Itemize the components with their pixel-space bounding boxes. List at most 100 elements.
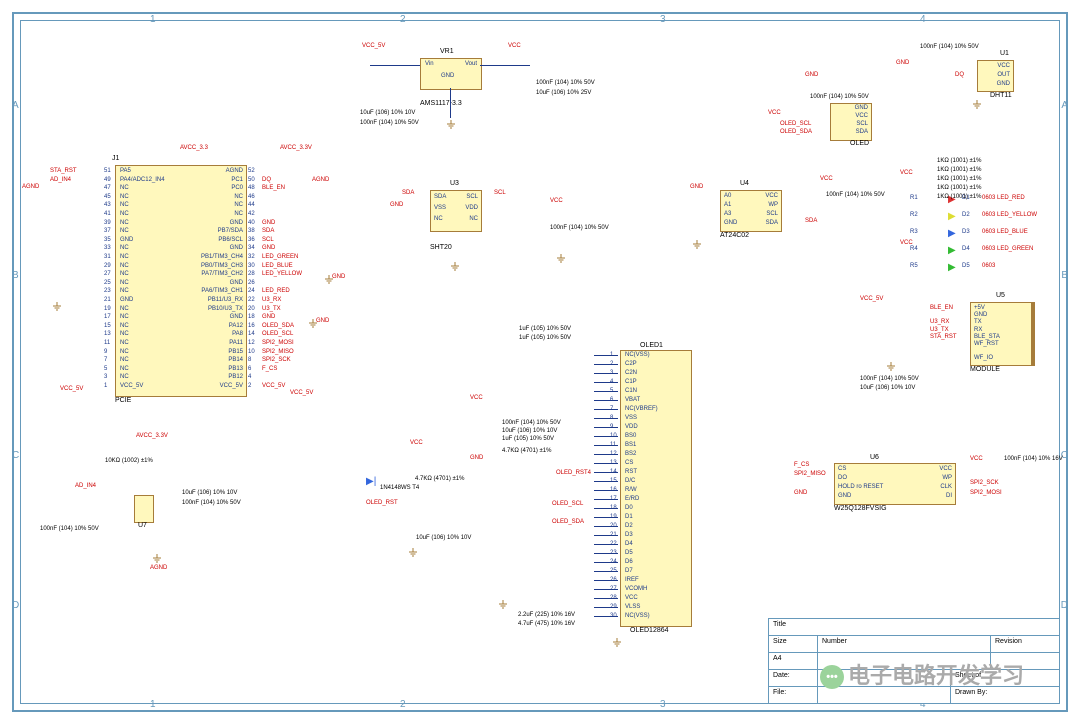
pin: VCC xyxy=(765,193,778,199)
net: VCC xyxy=(470,395,483,401)
net-vcc: VCC xyxy=(508,43,521,49)
net-agnd: AGND xyxy=(22,184,39,190)
wire xyxy=(450,88,451,118)
name-oled1: OLED12864 xyxy=(630,627,669,634)
pin: DI xyxy=(946,493,952,499)
zone-col-4: 4 xyxy=(920,14,926,25)
zone-row-D: D xyxy=(12,600,19,611)
ref-u7: U7 xyxy=(138,522,147,529)
net: SPI2_MISO xyxy=(794,471,826,477)
net: VCC xyxy=(970,456,983,462)
val: 10uF (106) 10% 10V xyxy=(416,535,471,541)
ref-u3: U3 xyxy=(450,180,459,187)
net: GND xyxy=(805,72,818,78)
val: 100nF (104) 10% 50V xyxy=(502,420,561,426)
pin: VCC xyxy=(997,63,1010,69)
ic-u7 xyxy=(134,495,154,523)
net: OLED_SCL xyxy=(552,501,583,507)
name-u4: AT24C02 xyxy=(720,232,749,239)
net: VCC xyxy=(768,110,781,116)
val: 4.7uF (475) 10% 16V xyxy=(518,621,575,627)
net: SPI2_MOSI xyxy=(970,490,1002,496)
ref-u4: U4 xyxy=(740,180,749,187)
ref-oled: OLED xyxy=(850,140,869,147)
ic-oled-hdr: GND VCC SCL SDA xyxy=(830,103,872,141)
net: SPI2_SCK xyxy=(970,480,999,486)
net-vcc5vr: VCC_5V xyxy=(290,390,313,396)
pin: GND xyxy=(724,220,737,226)
pin: NC xyxy=(434,216,443,222)
val-c7: 100nF (104) 10% 50V xyxy=(826,192,885,198)
tb-rev: Revision xyxy=(990,636,1059,652)
net: SDA xyxy=(805,218,817,224)
gnd-icon xyxy=(450,262,460,272)
pin: WP xyxy=(942,475,952,481)
pin: CS xyxy=(838,466,846,472)
pin: VSS xyxy=(434,205,446,211)
pin: CLK xyxy=(940,484,952,490)
zone-row-B: B xyxy=(12,270,19,281)
ref-u6: U6 xyxy=(870,454,879,461)
net: OLED_SCL xyxy=(780,121,811,127)
net: OLED_SDA xyxy=(552,519,584,525)
pin: OUT xyxy=(997,72,1010,78)
pin: DO xyxy=(838,475,847,481)
net: GND xyxy=(794,490,807,496)
val: 100nF (104) 10% 50V xyxy=(860,376,919,382)
wire xyxy=(370,65,420,66)
val: 4.7KΩ (4701) ±1% xyxy=(415,476,464,482)
pin: A1 xyxy=(724,202,731,208)
net: VCC xyxy=(550,198,563,204)
val: 1uF (105) 10% 50V xyxy=(502,436,554,442)
val: 1uF (105) 10% 50V xyxy=(519,326,571,332)
schematic-sheet: 1 2 3 4 1 2 3 4 A B C D A B C D Vin Vout… xyxy=(0,0,1080,724)
val: 10uF (106) 10% 10V xyxy=(182,490,237,496)
net: AD_IN4 xyxy=(75,483,96,489)
val: 100nF (104) 10% 50V xyxy=(182,500,241,506)
pin: GND xyxy=(838,493,851,499)
tb-file-l: File: xyxy=(769,687,817,703)
ref-j1: J1 xyxy=(112,155,119,162)
val: 10KΩ (1002) ±1% xyxy=(105,458,153,464)
gnd-icon xyxy=(498,600,508,610)
val: 1N4148WS T4 xyxy=(380,485,419,491)
val-c6: 100nF (104) 10% 50V xyxy=(810,94,869,100)
ref-u5: U5 xyxy=(996,292,1005,299)
pin: NC xyxy=(469,216,478,222)
gnd-icon xyxy=(408,548,418,558)
ic-j1 xyxy=(115,165,247,397)
net-adin4: AD_IN4 xyxy=(50,177,71,183)
gnd-icon xyxy=(446,120,456,130)
pin: SDA xyxy=(766,220,778,226)
pin: VCC xyxy=(855,113,868,119)
zone-col-2: 2 xyxy=(400,14,406,25)
val: 1uF (105) 10% 50V xyxy=(519,335,571,341)
val: 4.7KΩ (4701) ±1% xyxy=(502,448,551,454)
val: 100nF (104) 10% 50V xyxy=(40,526,99,532)
gnd-icon xyxy=(972,100,982,110)
gnd-label: GND xyxy=(316,318,329,324)
net-vcc5v: VCC_5V xyxy=(362,43,385,49)
name-j1: PCIE xyxy=(115,397,131,404)
gnd-icon xyxy=(692,240,702,250)
tb-date-l: Date: xyxy=(769,670,817,686)
gnd-icon xyxy=(556,254,566,264)
net: VCC xyxy=(820,176,833,182)
pin: SDA xyxy=(856,129,868,135)
ref-oled1: OLED1 xyxy=(640,342,663,349)
net-avcc33v: AVCC_3.3V xyxy=(280,145,312,151)
ic-u4: A0 VCC A1 WP A3 SCL GND SDA xyxy=(720,190,782,232)
agnd-icon xyxy=(152,554,162,564)
pin: WP xyxy=(768,202,778,208)
zone-col-1b: 1 xyxy=(150,699,156,710)
net-starst: STA_RST xyxy=(50,168,77,174)
pin: SCL xyxy=(766,211,778,217)
ic-vr1: Vin Vout GND xyxy=(420,58,482,90)
zone-col-3b: 3 xyxy=(660,699,666,710)
pin: VCC xyxy=(939,466,952,472)
tb-sheet: Sheet of xyxy=(950,670,1059,686)
val-c5: 100nF (104) 10% 50V xyxy=(360,120,419,126)
net: SCL xyxy=(494,190,506,196)
name-u1: DHT11 xyxy=(990,92,1012,99)
pin-gnd: GND xyxy=(441,73,454,79)
